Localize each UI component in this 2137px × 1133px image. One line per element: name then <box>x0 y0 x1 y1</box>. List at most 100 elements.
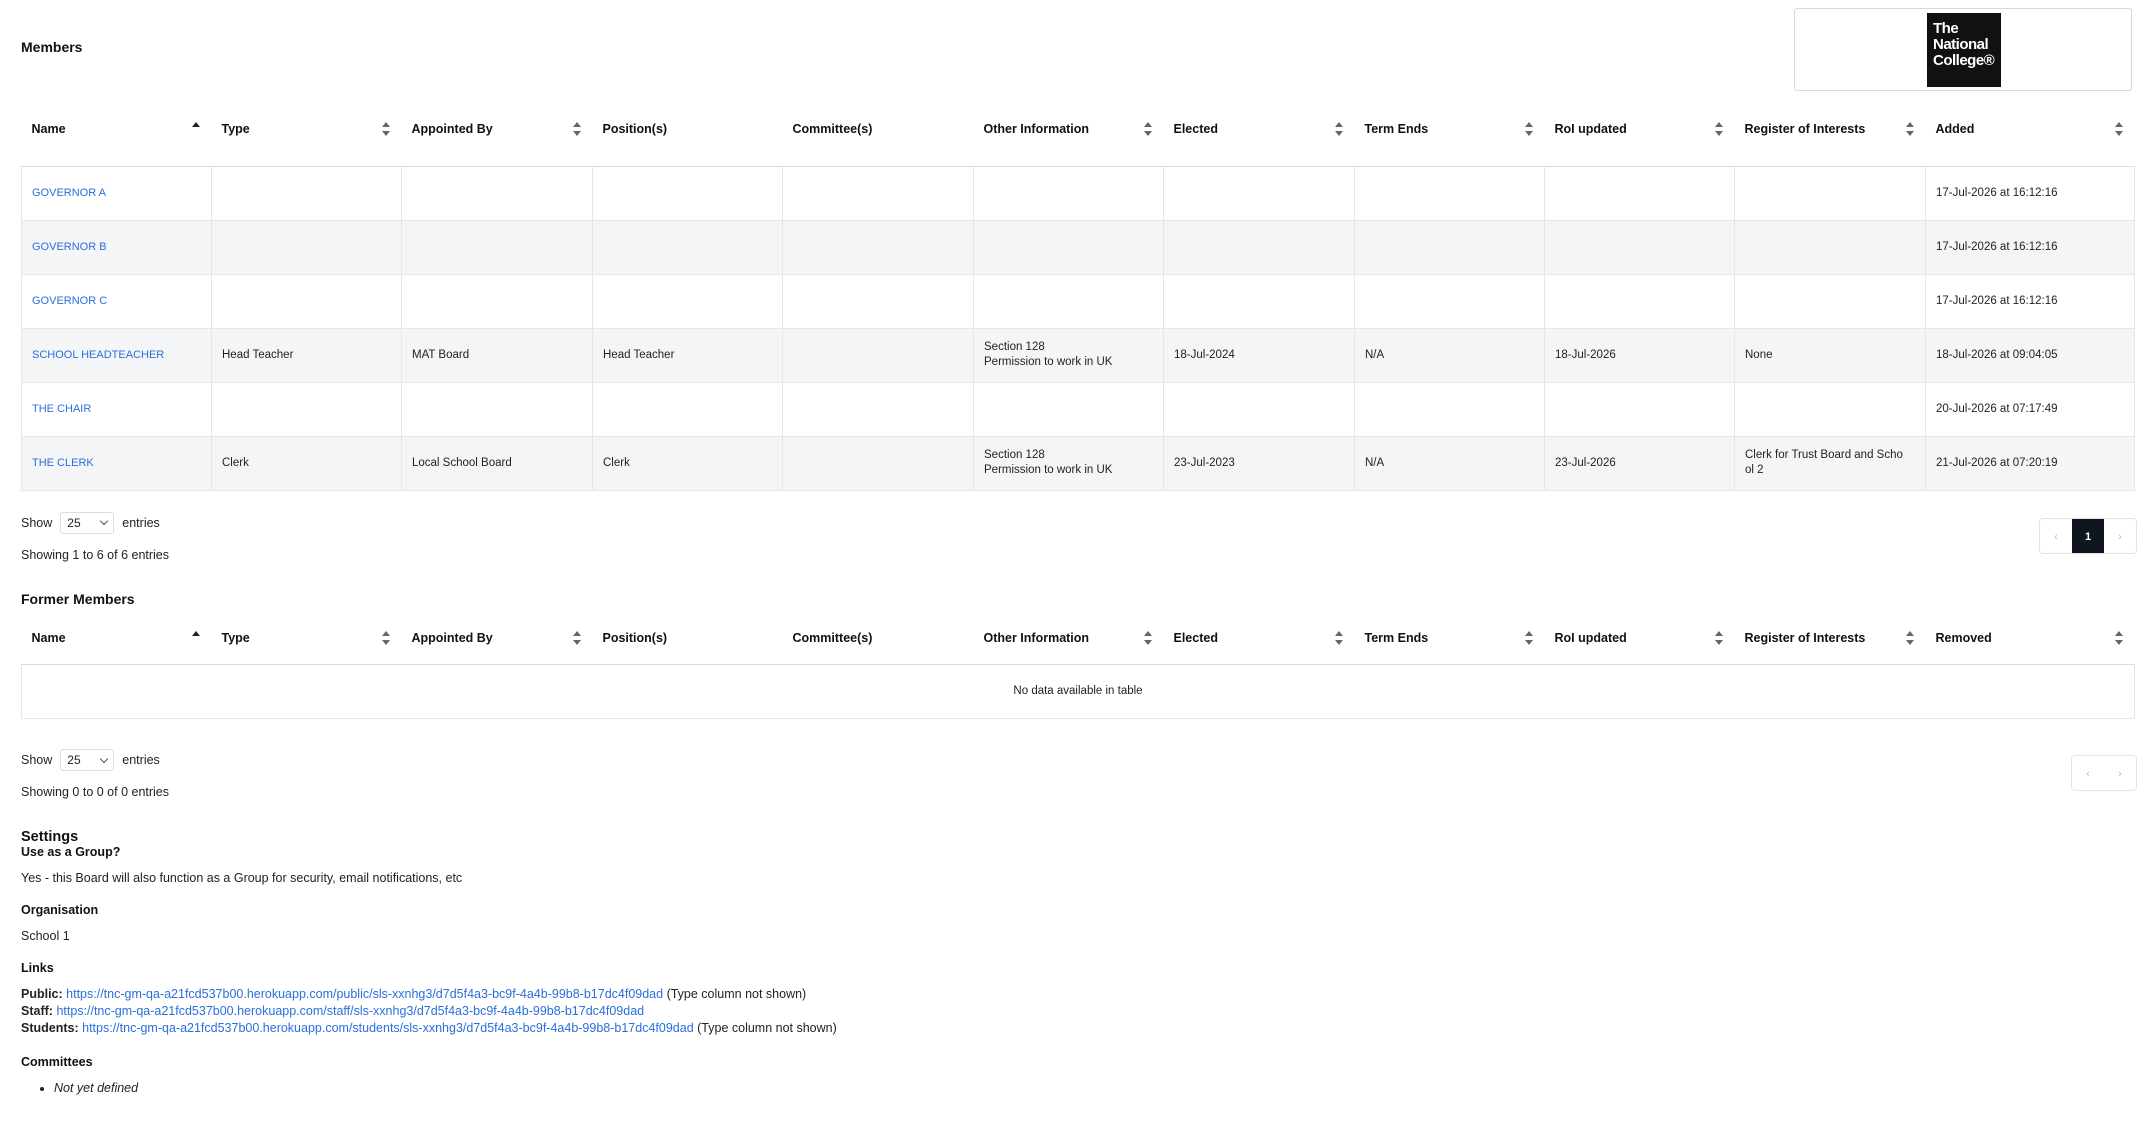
col-name[interactable]: Name <box>21 92 212 167</box>
use-as-group-heading: Use as a Group? <box>21 845 121 859</box>
sort-icon <box>2114 631 2123 646</box>
cell-appointed-by <box>401 220 593 275</box>
col-register-of-interests[interactable]: Register of Interests <box>1734 92 1926 167</box>
cell-positions <box>592 274 783 329</box>
page-button-1[interactable]: 1 <box>2072 518 2104 553</box>
col-committees: Committee(s) <box>782 92 974 167</box>
students-link-row: Students: https://tnc-gm-qa-a21fcd537b00… <box>21 1021 837 1035</box>
col-roi-updated[interactable]: RoI updated <box>1544 92 1735 167</box>
col-type[interactable]: Type <box>211 612 402 665</box>
member-link[interactable]: THE CLERK <box>32 457 94 469</box>
students-link[interactable]: https://tnc-gm-qa-a21fcd537b00.herokuapp… <box>82 1021 694 1035</box>
cell-type <box>211 274 402 329</box>
members-table: Name Type Appointed By Position(s) Commi… <box>21 92 2135 491</box>
cell-elected: 18-Jul-2024 <box>1163 328 1355 383</box>
cell-committees <box>782 328 974 383</box>
col-elected[interactable]: Elected <box>1163 612 1355 665</box>
cell-roi-updated: 18-Jul-2026 <box>1544 328 1735 383</box>
sort-icon <box>1334 631 1343 646</box>
col-register-of-interests[interactable]: Register of Interests <box>1734 612 1926 665</box>
member-link[interactable]: THE CHAIR <box>32 403 91 415</box>
former-members-table-controls: Show 25 entries Showing 0 to 0 of 0 entr… <box>21 719 2137 811</box>
page-length-select[interactable]: 25 <box>60 749 115 771</box>
col-positions: Position(s) <box>592 612 783 665</box>
table-row: SCHOOL HEADTEACHER Head Teacher MAT Boar… <box>21 328 2135 383</box>
col-elected[interactable]: Elected <box>1163 92 1355 167</box>
use-as-group-value: Yes - this Board will also function as a… <box>21 871 463 885</box>
former-members-header-row: Name Type Appointed By Position(s) Commi… <box>21 612 2135 665</box>
cell-term-ends <box>1354 274 1545 329</box>
sort-icon <box>1524 121 1533 136</box>
member-link[interactable]: GOVERNOR B <box>32 241 107 253</box>
links-list: Public: https://tnc-gm-qa-a21fcd537b00.h… <box>21 986 2137 1037</box>
member-link[interactable]: GOVERNOR A <box>32 187 106 199</box>
staff-link[interactable]: https://tnc-gm-qa-a21fcd537b00.herokuapp… <box>56 1004 644 1018</box>
cell-appointed-by <box>401 274 593 329</box>
member-link[interactable]: SCHOOL HEADTEACHER <box>32 349 164 361</box>
col-appointed-by[interactable]: Appointed By <box>401 612 593 665</box>
cell-elected: 23-Jul-2023 <box>1163 436 1355 491</box>
col-name[interactable]: Name <box>21 612 212 665</box>
public-link[interactable]: https://tnc-gm-qa-a21fcd537b00.herokuapp… <box>66 987 663 1001</box>
cell-term-ends: N/A <box>1354 328 1545 383</box>
member-link[interactable]: GOVERNOR C <box>32 295 107 307</box>
sort-icon <box>1334 121 1343 136</box>
sort-icon <box>1905 121 1914 136</box>
members-table-controls: Show 25 entries Showing 1 to 6 of 6 entr… <box>21 491 2137 583</box>
sort-icon <box>1143 121 1152 136</box>
cell-other-info <box>973 220 1164 275</box>
cell-appointed-by <box>401 382 593 437</box>
links-block: Links Public: https://tnc-gm-qa-a21fcd53… <box>21 961 2137 1037</box>
sort-icon <box>381 631 390 646</box>
members-header-row: Name Type Appointed By Position(s) Commi… <box>21 92 2135 167</box>
next-page-button[interactable]: › <box>2104 519 2136 553</box>
settings-title: Settings <box>21 829 79 845</box>
cell-added: 17-Jul-2026 at 16:12:16 <box>1925 274 2135 329</box>
col-roi-updated[interactable]: RoI updated <box>1544 612 1735 665</box>
cell-elected <box>1163 274 1355 329</box>
cell-elected <box>1163 382 1355 437</box>
sort-icon <box>572 121 581 136</box>
cell-type: Clerk <box>211 436 402 491</box>
col-term-ends[interactable]: Term Ends <box>1354 92 1545 167</box>
cell-appointed-by: Local School Board <box>401 436 593 491</box>
sort-asc-icon <box>191 121 200 136</box>
cell-register <box>1734 382 1926 437</box>
page-length-select[interactable]: 25 <box>60 511 115 534</box>
table-info: Showing 1 to 6 of 6 entries <box>21 547 170 562</box>
cell-register <box>1734 166 1926 221</box>
cell-positions: Head Teacher <box>592 328 783 383</box>
members-header: Members The National College® <box>21 0 2137 92</box>
cell-register: Clerk for Trust Board and Scho ol 2 <box>1734 436 1926 491</box>
prev-page-button[interactable]: ‹ <box>2040 519 2072 553</box>
staff-link-row: Staff: https://tnc-gm-qa-a21fcd537b00.he… <box>21 1004 645 1018</box>
cell-type: Head Teacher <box>211 328 402 383</box>
sort-icon <box>1714 631 1723 646</box>
next-page-button[interactable]: › <box>2104 756 2136 790</box>
settings-section: Settings Use as a Group? Yes - this Boar… <box>21 829 2137 1095</box>
col-appointed-by[interactable]: Appointed By <box>401 92 593 167</box>
logo-container: The National College® <box>1794 8 2132 91</box>
page-length: Show 25 entries <box>21 749 160 771</box>
links-heading: Links <box>21 961 54 975</box>
cell-register: None <box>1734 328 1926 383</box>
cell-appointed-by: MAT Board <box>401 328 593 383</box>
col-other-information[interactable]: Other Information <box>973 92 1164 167</box>
cell-term-ends <box>1354 166 1545 221</box>
national-college-logo: The National College® <box>1927 13 2001 87</box>
cell-roi-updated <box>1544 274 1735 329</box>
board-page: Members The National College® Name Type … <box>21 0 2137 1095</box>
public-link-row: Public: https://tnc-gm-qa-a21fcd537b00.h… <box>21 987 807 1001</box>
cell-positions <box>592 382 783 437</box>
former-members-title: Former Members <box>21 590 135 607</box>
pagination: ‹ 1 › <box>2039 517 2137 554</box>
col-removed[interactable]: Removed <box>1925 612 2135 665</box>
prev-page-button[interactable]: ‹ <box>2072 756 2104 790</box>
col-type[interactable]: Type <box>211 92 402 167</box>
col-term-ends[interactable]: Term Ends <box>1354 612 1545 665</box>
col-other-information[interactable]: Other Information <box>973 612 1164 665</box>
col-added[interactable]: Added <box>1925 92 2135 167</box>
cell-positions <box>592 166 783 221</box>
cell-term-ends <box>1354 382 1545 437</box>
table-row: THE CHAIR 20-Jul-2026 at 07:17:49 <box>21 382 2135 437</box>
